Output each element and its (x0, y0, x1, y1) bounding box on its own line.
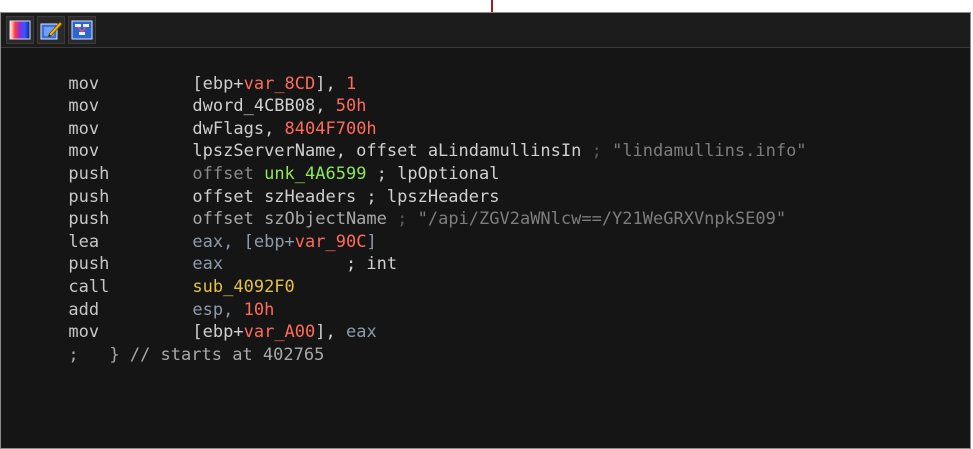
immediate-value: 10h (243, 299, 275, 320)
register[interactable]: eax (192, 232, 223, 252)
operand[interactable]: lpszServerName, offset aLindamullinsIn (192, 141, 581, 161)
string-comment: "lindamullins.info" (612, 141, 807, 162)
register[interactable]: eax (346, 322, 377, 342)
operand[interactable]: dwFlags, (192, 119, 284, 139)
edit-button[interactable] (37, 16, 65, 44)
comment-prefix: ; (68, 344, 79, 365)
operand[interactable]: offset szHeaders (192, 187, 356, 207)
comment: ; int (223, 254, 398, 275)
instruction-mnemonic: push (68, 209, 110, 230)
operand: , [ebp+ (223, 231, 295, 252)
operand: , (223, 299, 244, 320)
stack-variable[interactable]: var_90C (295, 232, 367, 252)
comment-separator: ; (386, 209, 418, 230)
graph-view-button[interactable] (68, 16, 96, 44)
comment: ; lpszHeaders (356, 186, 500, 207)
immediate-value: 1 (345, 73, 357, 94)
comment: ; lpOptional (366, 163, 500, 184)
instruction-mnemonic: mov (68, 96, 100, 117)
window-top-marker (491, 0, 493, 12)
operand[interactable]: dword_4CBB08, (192, 96, 335, 116)
code-line[interactable]: mov [ebp+var_8CD], 1 (7, 50, 970, 94)
instruction-mnemonic: mov (68, 141, 100, 162)
register[interactable]: eax (192, 254, 223, 274)
instruction-mnemonic: mov (68, 118, 100, 139)
edit-pencil-icon (40, 21, 63, 40)
data-label[interactable]: unk_4A6599 (264, 164, 366, 184)
graph-colors-button[interactable] (6, 16, 34, 44)
operand: ], (315, 73, 346, 94)
instruction-mnemonic: push (68, 186, 110, 207)
graph-view-icon (71, 20, 93, 40)
operand: ], (315, 322, 346, 343)
graph-colors-icon (9, 20, 31, 40)
operand[interactable]: offset szObjectName (192, 209, 386, 229)
operand: [ebp+ (192, 73, 244, 94)
comment-separator: ; (581, 141, 613, 162)
immediate-value: 8404F700h (284, 118, 377, 139)
instruction-mnemonic: add (68, 299, 100, 320)
string-comment: "/api/ZGV2aWNlcw==/Y21WeGRXVnpkSE09" (417, 209, 787, 230)
disassembly-listing[interactable]: mov [ebp+var_8CD], 1 mov dword_4CBB08, 50h… (1, 50, 970, 448)
immediate-value: 50h (335, 96, 367, 117)
instruction-mnemonic: lea (68, 231, 100, 252)
disassembly-window: mov [ebp+var_8CD], 1 mov dword_4CBB08, 50h… (0, 12, 971, 449)
instruction-mnemonic: push (68, 163, 110, 184)
view-toolbar (1, 13, 970, 48)
offset-keyword: offset (192, 163, 265, 184)
stack-variable[interactable]: var_A00 (244, 322, 316, 342)
instruction-mnemonic: mov (68, 322, 100, 343)
operand: [ebp+ (192, 322, 244, 343)
block-end-comment: } // starts at 402765 (78, 344, 325, 365)
instruction-mnemonic: call (68, 276, 110, 297)
function-name[interactable]: sub_4092F0 (192, 277, 294, 297)
instruction-mnemonic: push (68, 254, 110, 275)
stack-variable[interactable]: var_8CD (244, 74, 316, 94)
operand: ] (366, 231, 377, 252)
instruction-mnemonic: mov (68, 73, 100, 94)
register[interactable]: esp (192, 300, 223, 320)
